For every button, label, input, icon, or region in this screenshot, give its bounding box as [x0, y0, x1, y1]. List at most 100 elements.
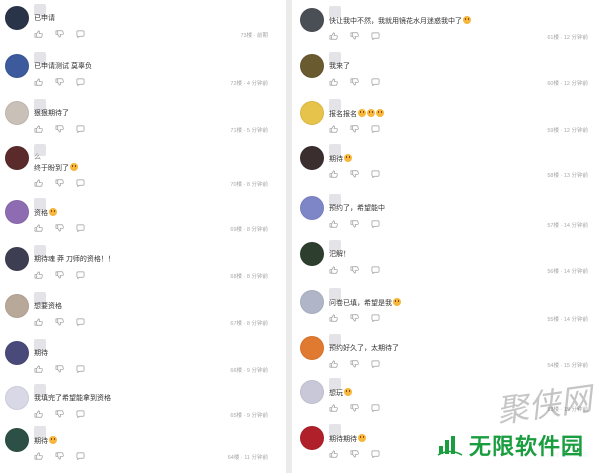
- comment-text: 问卷已填，希望是我: [329, 298, 401, 308]
- avatar[interactable]: [300, 242, 324, 266]
- reply-icon[interactable]: [371, 404, 380, 412]
- reply-icon[interactable]: [371, 125, 380, 133]
- dislike-icon[interactable]: [350, 170, 359, 178]
- avatar[interactable]: [5, 54, 29, 78]
- avatar[interactable]: [5, 200, 29, 224]
- dislike-icon[interactable]: [55, 224, 64, 232]
- avatar[interactable]: [5, 247, 29, 271]
- comment-text: 想要资格: [34, 302, 62, 311]
- dislike-icon[interactable]: [350, 360, 359, 368]
- like-icon[interactable]: [329, 266, 338, 274]
- dislike-icon[interactable]: [55, 125, 64, 133]
- dislike-icon[interactable]: [55, 410, 64, 418]
- avatar[interactable]: [5, 294, 29, 318]
- comment-actions: [329, 78, 380, 86]
- like-icon[interactable]: [329, 78, 338, 86]
- reply-icon[interactable]: [76, 30, 85, 38]
- comment-text: 期待: [34, 349, 48, 358]
- like-icon[interactable]: [34, 410, 43, 418]
- like-icon[interactable]: [34, 224, 43, 232]
- reply-icon[interactable]: [371, 220, 380, 228]
- like-icon[interactable]: [329, 32, 338, 40]
- like-icon[interactable]: [34, 179, 43, 187]
- avatar[interactable]: [5, 341, 29, 365]
- comment-text-content: 报名报名: [329, 111, 357, 118]
- dislike-icon[interactable]: [350, 450, 359, 458]
- avatar[interactable]: [300, 426, 324, 450]
- like-icon[interactable]: [34, 125, 43, 133]
- dislike-icon[interactable]: [55, 78, 64, 86]
- reply-icon[interactable]: [76, 78, 85, 86]
- comment-meta: 69楼 · 8 分钟前: [230, 227, 268, 233]
- reply-icon[interactable]: [371, 360, 380, 368]
- comment-meta: 67楼 · 8 分钟前: [230, 321, 268, 327]
- reply-icon[interactable]: [76, 179, 85, 187]
- reply-icon[interactable]: [76, 125, 85, 133]
- like-icon[interactable]: [329, 360, 338, 368]
- reply-icon[interactable]: [371, 170, 380, 178]
- dislike-icon[interactable]: [55, 452, 64, 460]
- avatar[interactable]: [5, 146, 29, 170]
- like-icon[interactable]: [329, 404, 338, 412]
- like-icon[interactable]: [329, 125, 338, 133]
- like-icon[interactable]: [34, 452, 43, 460]
- comment-actions: [34, 224, 85, 232]
- comment-text: 期待魂 莽 刀师的资格！！: [34, 255, 115, 264]
- reply-icon[interactable]: [371, 32, 380, 40]
- like-icon[interactable]: [329, 170, 338, 178]
- comment-text: 终于盼到了: [34, 163, 78, 173]
- comment-meta: 72楼 · 4 分钟前: [230, 81, 268, 87]
- comment-text-content: 已申请: [34, 15, 55, 22]
- avatar[interactable]: [300, 146, 324, 170]
- avatar[interactable]: [300, 8, 324, 32]
- reply-icon[interactable]: [371, 314, 380, 322]
- avatar[interactable]: [300, 101, 324, 125]
- avatar[interactable]: [300, 196, 324, 220]
- avatar[interactable]: [300, 380, 324, 404]
- dislike-icon[interactable]: [55, 30, 64, 38]
- reply-icon[interactable]: [76, 318, 85, 326]
- dislike-icon[interactable]: [55, 179, 64, 187]
- like-icon[interactable]: [329, 220, 338, 228]
- like-icon[interactable]: [329, 450, 338, 458]
- dislike-icon[interactable]: [350, 32, 359, 40]
- comment-text-content: 想玩: [329, 390, 343, 397]
- dislike-icon[interactable]: [350, 404, 359, 412]
- avatar[interactable]: [5, 386, 29, 410]
- like-icon[interactable]: [34, 30, 43, 38]
- like-icon[interactable]: [34, 365, 43, 373]
- comment-text: 汜解！: [329, 250, 350, 259]
- like-icon[interactable]: [34, 78, 43, 86]
- comment-text: 快让我中不然，我就用镜花水月迷惑我中了: [329, 16, 471, 26]
- like-icon[interactable]: [34, 318, 43, 326]
- reply-icon[interactable]: [76, 452, 85, 460]
- dislike-icon[interactable]: [350, 78, 359, 86]
- brand-logo-icon: [437, 436, 463, 456]
- like-icon[interactable]: [329, 314, 338, 322]
- dislike-icon[interactable]: [350, 314, 359, 322]
- dislike-icon[interactable]: [350, 125, 359, 133]
- avatar[interactable]: [5, 6, 29, 30]
- avatar[interactable]: [300, 290, 324, 314]
- reply-icon[interactable]: [371, 266, 380, 274]
- comment-meta: 68楼 · 8 分钟前: [230, 274, 268, 280]
- reply-icon[interactable]: [76, 410, 85, 418]
- reply-icon[interactable]: [76, 224, 85, 232]
- dislike-icon[interactable]: [55, 365, 64, 373]
- reply-icon[interactable]: [76, 365, 85, 373]
- comment-meta: 60楼 · 12 分钟前: [547, 81, 588, 87]
- reply-icon[interactable]: [76, 271, 85, 279]
- comment-text-content: 快让我中不然，我就用镜花水月迷惑我中了: [329, 18, 462, 25]
- avatar[interactable]: [300, 54, 324, 78]
- reply-icon[interactable]: [371, 450, 380, 458]
- avatar[interactable]: [5, 428, 29, 452]
- reply-icon[interactable]: [371, 78, 380, 86]
- dislike-icon[interactable]: [55, 271, 64, 279]
- avatar[interactable]: [300, 336, 324, 360]
- like-icon[interactable]: [34, 271, 43, 279]
- dislike-icon[interactable]: [350, 220, 359, 228]
- dislike-icon[interactable]: [55, 318, 64, 326]
- comment-text-content: 预约了，希望能中: [329, 205, 385, 212]
- avatar[interactable]: [5, 101, 29, 125]
- dislike-icon[interactable]: [350, 266, 359, 274]
